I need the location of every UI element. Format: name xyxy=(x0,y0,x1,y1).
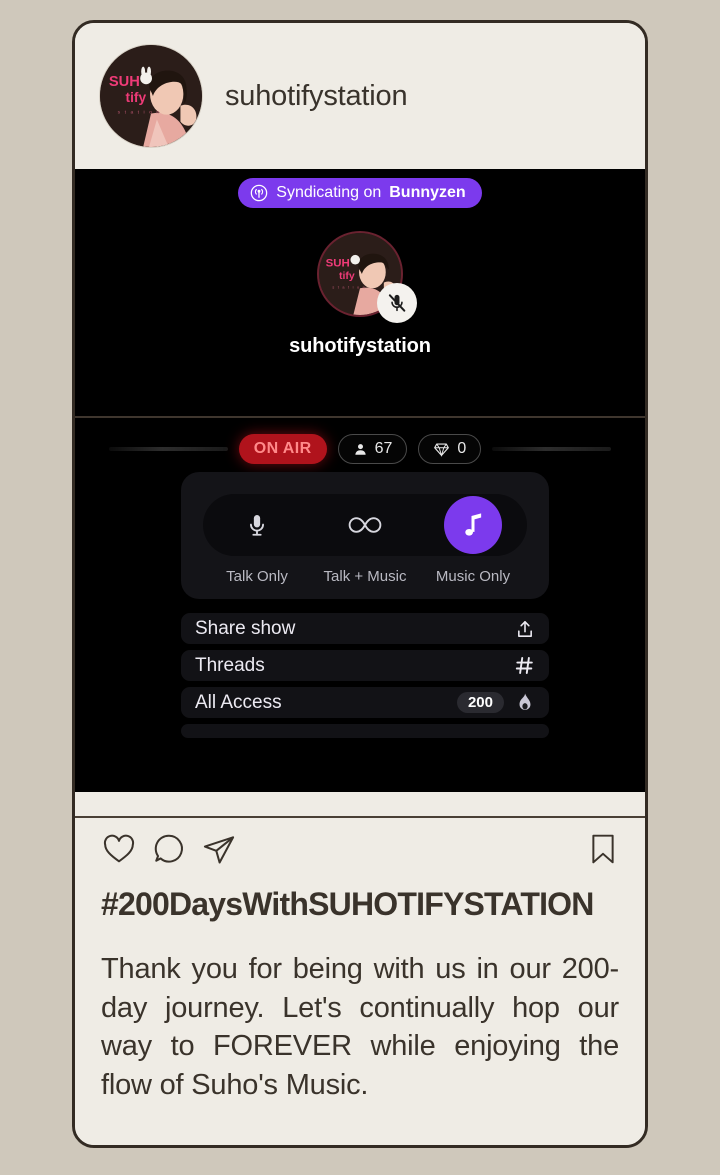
caption-hashtag[interactable]: #200DaysWithSUHOTIFYSTATION xyxy=(101,886,619,923)
post-header: SUH tify s t a t i o n suhotifystation xyxy=(75,23,645,169)
syndicate-row: Syndicating on Bunnyzen xyxy=(75,169,645,216)
mode-label-talk-music: Talk + Music xyxy=(323,568,407,585)
all-access-count-badge: 200 xyxy=(456,692,504,713)
menu-row-share-show[interactable]: Share show xyxy=(181,613,549,644)
viewer-count-pill[interactable]: 67 xyxy=(337,434,408,464)
post-action-bar xyxy=(75,818,645,880)
menu-right-threads xyxy=(514,655,535,676)
stream-divider-line xyxy=(75,416,645,418)
mic-muted-icon xyxy=(388,294,406,312)
audio-mode-panel: Talk Only Talk + Music Music Only xyxy=(181,472,549,599)
bookmark-icon[interactable] xyxy=(587,832,619,866)
caption-body: Thank you for being with us in our 200-d… xyxy=(101,953,619,1101)
menu-label-threads: Threads xyxy=(195,654,265,676)
menu-right-all-access: 200 xyxy=(456,692,535,714)
audio-mode-labels: Talk Only Talk + Music Music Only xyxy=(203,568,527,585)
menu-right-share-show xyxy=(515,619,535,639)
menu-row-threads[interactable]: Threads xyxy=(181,650,549,681)
menu-row-all-access[interactable]: All Access 200 xyxy=(181,687,549,718)
stream-menu-list: Share show Threads All Access 200 xyxy=(181,613,549,738)
action-bar-left-group xyxy=(101,831,587,867)
progress-track-right[interactable] xyxy=(492,447,612,451)
progress-track-left[interactable] xyxy=(109,447,228,451)
svg-text:tify: tify xyxy=(339,271,355,282)
mode-label-talk-only: Talk Only xyxy=(226,568,288,585)
avatar[interactable]: SUH tify s t a t i o n xyxy=(99,44,203,148)
gem-count: 0 xyxy=(457,440,467,457)
flame-icon xyxy=(519,693,531,710)
stream-host-block: SUH tify s t a t i o n suhotifystation xyxy=(75,231,645,358)
live-stream-area: Syndicating on Bunnyzen SUH tify s t a t… xyxy=(75,169,645,792)
syndicating-platform: Bunnyzen xyxy=(389,183,466,201)
syndicating-badge[interactable]: Syndicating on Bunnyzen xyxy=(238,177,482,208)
stream-avatar-wrap: SUH tify s t a t i o n xyxy=(317,231,417,323)
mode-talk-only-button[interactable] xyxy=(203,494,311,556)
header-username[interactable]: suhotifystation xyxy=(225,80,408,113)
menu-row-partial[interactable] xyxy=(181,724,549,738)
on-air-badge: ON AIR xyxy=(238,434,327,464)
mode-music-only-button[interactable] xyxy=(419,494,527,556)
menu-label-share-show: Share show xyxy=(195,617,296,639)
screenshot-root: SUH tify s t a t i o n suhotifystation S… xyxy=(0,0,720,1175)
heart-icon[interactable] xyxy=(101,831,137,867)
svg-text:SUH: SUH xyxy=(326,257,350,269)
stream-footer-strip xyxy=(75,792,645,818)
instagram-post-card: SUH tify s t a t i o n suhotifystation S… xyxy=(72,20,648,1148)
mode-label-music-only: Music Only xyxy=(435,568,511,585)
svg-text:s t a t i o n: s t a t i o n xyxy=(332,285,366,289)
audio-mode-track xyxy=(203,494,527,556)
microphone-icon xyxy=(250,515,264,536)
profile-avatar: SUH tify s t a t i o n xyxy=(100,45,202,147)
status-strip: ON AIR 67 0 xyxy=(75,433,645,465)
syndicating-prefix: Syndicating on xyxy=(276,183,382,201)
diamond-icon xyxy=(434,442,450,457)
mode-talk-music-button[interactable] xyxy=(311,494,419,556)
menu-label-all-access: All Access xyxy=(195,691,282,713)
caption-area: #200DaysWithSUHOTIFYSTATION Thank you fo… xyxy=(75,880,645,1145)
broadcast-icon xyxy=(250,184,268,201)
stream-host-username: suhotifystation xyxy=(289,335,431,357)
hash-icon xyxy=(515,657,533,674)
music-note-icon xyxy=(465,513,482,536)
viewer-count: 67 xyxy=(374,440,393,457)
svg-text:tify: tify xyxy=(126,90,147,105)
svg-text:SUH: SUH xyxy=(109,74,140,90)
gem-count-pill[interactable]: 0 xyxy=(418,434,482,464)
mute-badge[interactable] xyxy=(377,283,417,323)
paper-plane-icon[interactable] xyxy=(201,831,237,867)
svg-text:s t a t i o n: s t a t i o n xyxy=(118,110,161,116)
comment-icon[interactable] xyxy=(151,831,187,867)
infinity-icon xyxy=(348,517,382,533)
share-upload-icon xyxy=(518,620,532,637)
person-icon xyxy=(354,443,366,455)
